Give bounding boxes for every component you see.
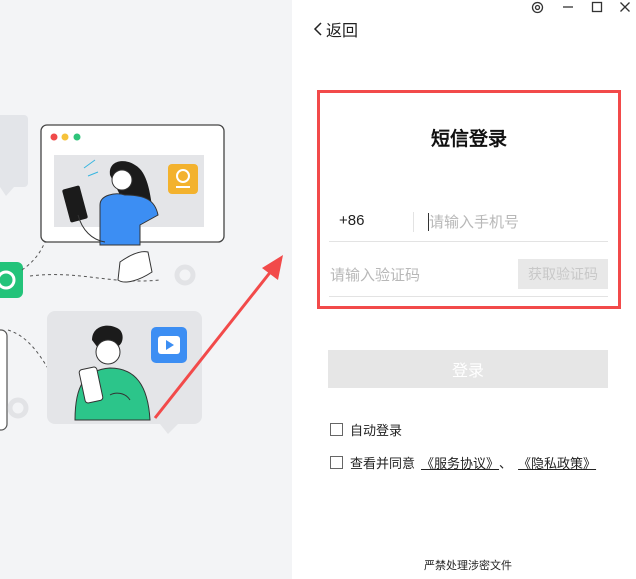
login-title: 短信登录 — [430, 129, 507, 150]
country-code-selector[interactable]: +86 — [339, 212, 364, 229]
card-fragment — [0, 329, 8, 431]
auto-login-checkbox[interactable] — [330, 422, 343, 436]
back-label: 返回 — [326, 23, 359, 40]
back-button[interactable]: 返回 — [313, 18, 358, 40]
login-button[interactable]: 登录 — [328, 350, 608, 388]
privacy-policy-link[interactable]: 《隐私政策》 — [518, 453, 596, 472]
login-illustration — [0, 115, 283, 434]
illustration-panel — [0, 0, 292, 579]
chevron-left-icon — [313, 22, 322, 36]
agreement-prefix[interactable]: 查看并同意 — [350, 453, 415, 472]
agreement-checkbox[interactable] — [330, 455, 343, 469]
code-row: 获取验证码 — [329, 253, 608, 297]
footer-notice: 严禁处理涉密文件 — [424, 560, 512, 572]
auto-login-row: 自动登录 — [330, 420, 402, 438]
get-code-button[interactable]: 获取验证码 — [518, 259, 608, 289]
agreement-row: 查看并同意 《服务协议》 、 《隐私政策》 — [330, 453, 596, 471]
app-icon — [0, 262, 23, 298]
phone-input[interactable] — [429, 209, 604, 235]
sms-login-panel: 短信登录 +86 获取验证码 — [317, 90, 621, 309]
phone-row: +86 — [329, 204, 608, 242]
settings-icon[interactable] — [529, 0, 545, 14]
verification-code-input[interactable] — [330, 262, 510, 288]
auto-login-label[interactable]: 自动登录 — [350, 420, 402, 439]
close-icon[interactable] — [617, 0, 633, 14]
minimize-icon[interactable] — [560, 0, 576, 14]
maximize-icon[interactable] — [589, 0, 605, 14]
divider — [413, 212, 414, 232]
card-fragment — [0, 115, 28, 187]
badge-icon — [168, 164, 198, 194]
service-agreement-link[interactable]: 《服务协议》 — [421, 453, 499, 472]
agreement-separator: 、 — [499, 455, 513, 471]
